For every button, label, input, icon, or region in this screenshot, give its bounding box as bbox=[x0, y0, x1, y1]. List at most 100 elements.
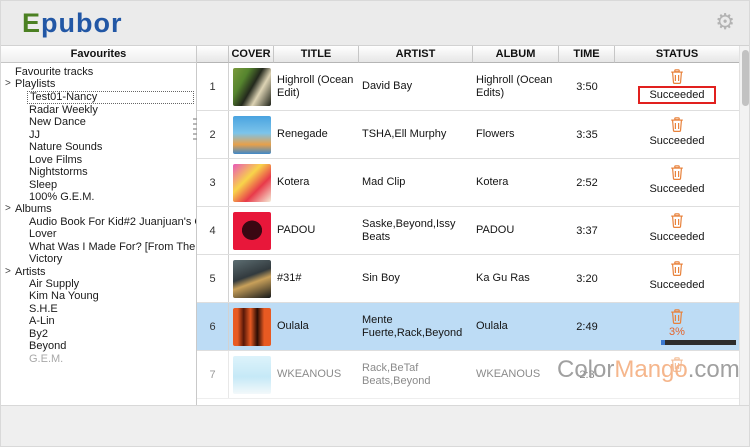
col-header-album[interactable]: ALBUM bbox=[473, 46, 559, 63]
song-artist: David Bay bbox=[359, 63, 473, 110]
album-art bbox=[233, 116, 271, 154]
delete-icon[interactable] bbox=[670, 213, 684, 228]
song-title: Renegade bbox=[274, 111, 359, 158]
scrollbar-thumb[interactable] bbox=[742, 50, 749, 106]
row-number: 5 bbox=[197, 255, 229, 302]
album-art bbox=[233, 308, 271, 346]
row-number: 4 bbox=[197, 207, 229, 254]
sidebar-tree: Favourite tracks >Playlists Test01-Nancy… bbox=[1, 63, 196, 365]
sidebar-item-test01-nancy[interactable]: Test01-Nancy bbox=[27, 91, 194, 104]
table-header: COVER TITLE ARTIST ALBUM TIME STATUS bbox=[197, 46, 739, 63]
table-row-4[interactable]: 4 PADOU Saske,Beyond,Issy Beats PADOU 3:… bbox=[197, 207, 739, 255]
progress-bar bbox=[661, 340, 736, 345]
row-number: 1 bbox=[197, 63, 229, 110]
sidebar-item-sleep[interactable]: Sleep bbox=[1, 179, 196, 191]
table-row-1[interactable]: 1 Highroll (Ocean Edit) David Bay Highro… bbox=[197, 63, 739, 111]
sidebar: Favourites Favourite tracks >Playlists T… bbox=[1, 46, 197, 405]
sidebar-item-100-gem[interactable]: 100% G.E.M. bbox=[1, 191, 196, 203]
song-time: 2:49 bbox=[559, 303, 615, 350]
song-title: #31# bbox=[274, 255, 359, 302]
sidebar-item-audio-book[interactable]: Audio Book For Kid#2 Juanjuan's Gr... bbox=[1, 216, 196, 228]
vertical-scrollbar[interactable] bbox=[739, 46, 750, 405]
sidebar-group-artists[interactable]: >Artists bbox=[1, 266, 196, 278]
top-bar: Epubor ⚙ bbox=[1, 1, 750, 46]
sidebar-item-lover[interactable]: Lover bbox=[1, 228, 196, 240]
row-number: 3 bbox=[197, 159, 229, 206]
song-time: 3:37 bbox=[559, 207, 615, 254]
download-progress-percent: 3% bbox=[669, 326, 685, 338]
sidebar-item-victory[interactable]: Victory bbox=[1, 253, 196, 265]
cover-cell bbox=[229, 303, 274, 350]
song-album: Highroll (Ocean Edits) bbox=[473, 63, 559, 110]
col-header-title[interactable]: TITLE bbox=[274, 46, 359, 63]
song-artist: TSHA,Ell Murphy bbox=[359, 111, 473, 158]
album-art bbox=[233, 164, 271, 202]
status-cell bbox=[615, 351, 739, 398]
delete-icon[interactable] bbox=[670, 261, 684, 276]
song-title: PADOU bbox=[274, 207, 359, 254]
sidebar-item-new-dance[interactable]: New Dance bbox=[1, 116, 196, 128]
sidebar-item-by2[interactable]: By2 bbox=[1, 328, 196, 340]
sidebar-item-radar-weekly[interactable]: Radar Weekly bbox=[1, 104, 196, 116]
sidebar-item-gem[interactable]: G.E.M. bbox=[1, 353, 196, 365]
chevron-right-icon: > bbox=[5, 203, 11, 215]
sidebar-item-beyond[interactable]: Beyond bbox=[1, 340, 196, 352]
song-title: Highroll (Ocean Edit) bbox=[274, 63, 359, 110]
delete-icon[interactable] bbox=[670, 357, 684, 372]
table-body: 1 Highroll (Ocean Edit) David Bay Highro… bbox=[197, 63, 739, 405]
sidebar-item-what-was-i-made-for[interactable]: What Was I Made For? [From The M... bbox=[1, 241, 196, 253]
table-row-2[interactable]: 2 Renegade TSHA,Ell Murphy Flowers 3:35 … bbox=[197, 111, 739, 159]
col-header-cover[interactable]: COVER bbox=[229, 46, 274, 63]
sidebar-group-playlists[interactable]: >Playlists bbox=[1, 78, 196, 90]
sidebar-item-kim-na-young[interactable]: Kim Na Young bbox=[1, 290, 196, 302]
song-artist: Saske,Beyond,Issy Beats bbox=[359, 207, 473, 254]
row-number: 2 bbox=[197, 111, 229, 158]
col-header-num bbox=[197, 46, 229, 63]
song-album: Flowers bbox=[473, 111, 559, 158]
song-title: WKEANOUS bbox=[274, 351, 359, 398]
row-number: 6 bbox=[197, 303, 229, 350]
progress-bar-fill bbox=[661, 340, 665, 345]
sidebar-item-jj[interactable]: JJ bbox=[1, 129, 196, 141]
col-header-time[interactable]: TIME bbox=[559, 46, 615, 63]
col-header-artist[interactable]: ARTIST bbox=[359, 46, 473, 63]
table-row-5[interactable]: 5 #31# Sin Boy Ka Gu Ras 3:20 Succeeded bbox=[197, 255, 739, 303]
sidebar-item-nature-sounds[interactable]: Nature Sounds bbox=[1, 141, 196, 153]
gear-icon[interactable]: ⚙ bbox=[715, 7, 735, 37]
status-succeeded-highlighted: Succeeded bbox=[638, 86, 715, 104]
status-succeeded: Succeeded bbox=[649, 135, 704, 147]
cover-cell bbox=[229, 351, 274, 398]
status-succeeded: Succeeded bbox=[649, 231, 704, 243]
chevron-right-icon: > bbox=[5, 78, 11, 90]
table-row-6-selected[interactable]: 6 Oulala Mente Fuerte,Rack,Beyond Oulala… bbox=[197, 303, 739, 351]
col-header-status[interactable]: STATUS bbox=[615, 46, 739, 63]
delete-icon[interactable] bbox=[670, 117, 684, 132]
table-row-7[interactable]: 7 WKEANOUS Rack,BeTaf Beats,Beyond WKEAN… bbox=[197, 351, 739, 399]
track-table: COVER TITLE ARTIST ALBUM TIME STATUS 1 H… bbox=[197, 46, 739, 405]
sidebar-item-she[interactable]: S.H.E bbox=[1, 303, 196, 315]
status-cell: Succeeded bbox=[615, 111, 739, 158]
song-album: Ka Gu Ras bbox=[473, 255, 559, 302]
delete-icon[interactable] bbox=[670, 309, 684, 324]
song-time: 3:50 bbox=[559, 63, 615, 110]
delete-icon[interactable] bbox=[670, 165, 684, 180]
song-artist: Mente Fuerte,Rack,Beyond bbox=[359, 303, 473, 350]
status-succeeded: Succeeded bbox=[649, 279, 704, 291]
album-art bbox=[233, 212, 271, 250]
row-number: 7 bbox=[197, 351, 229, 398]
sidebar-item-air-supply[interactable]: Air Supply bbox=[1, 278, 196, 290]
cover-cell bbox=[229, 159, 274, 206]
sidebar-item-love-films[interactable]: Love Films bbox=[1, 154, 196, 166]
sidebar-group-albums[interactable]: >Albums bbox=[1, 203, 196, 215]
bottom-bar: Download to MP3 V Downloading45files bbox=[1, 405, 750, 447]
song-album: Kotera bbox=[473, 159, 559, 206]
table-row-3[interactable]: 3 Kotera Mad Clip Kotera 2:52 Succeeded bbox=[197, 159, 739, 207]
cover-cell bbox=[229, 111, 274, 158]
epubor-logo: Epubor bbox=[22, 8, 123, 39]
delete-icon[interactable] bbox=[670, 69, 684, 84]
sidebar-item-nightstorms[interactable]: Nightstorms bbox=[1, 166, 196, 178]
song-artist: Sin Boy bbox=[359, 255, 473, 302]
chevron-right-icon: > bbox=[5, 266, 11, 278]
sidebar-item-favourite-tracks[interactable]: Favourite tracks bbox=[1, 66, 196, 78]
sidebar-item-a-lin[interactable]: A-Lin bbox=[1, 315, 196, 327]
